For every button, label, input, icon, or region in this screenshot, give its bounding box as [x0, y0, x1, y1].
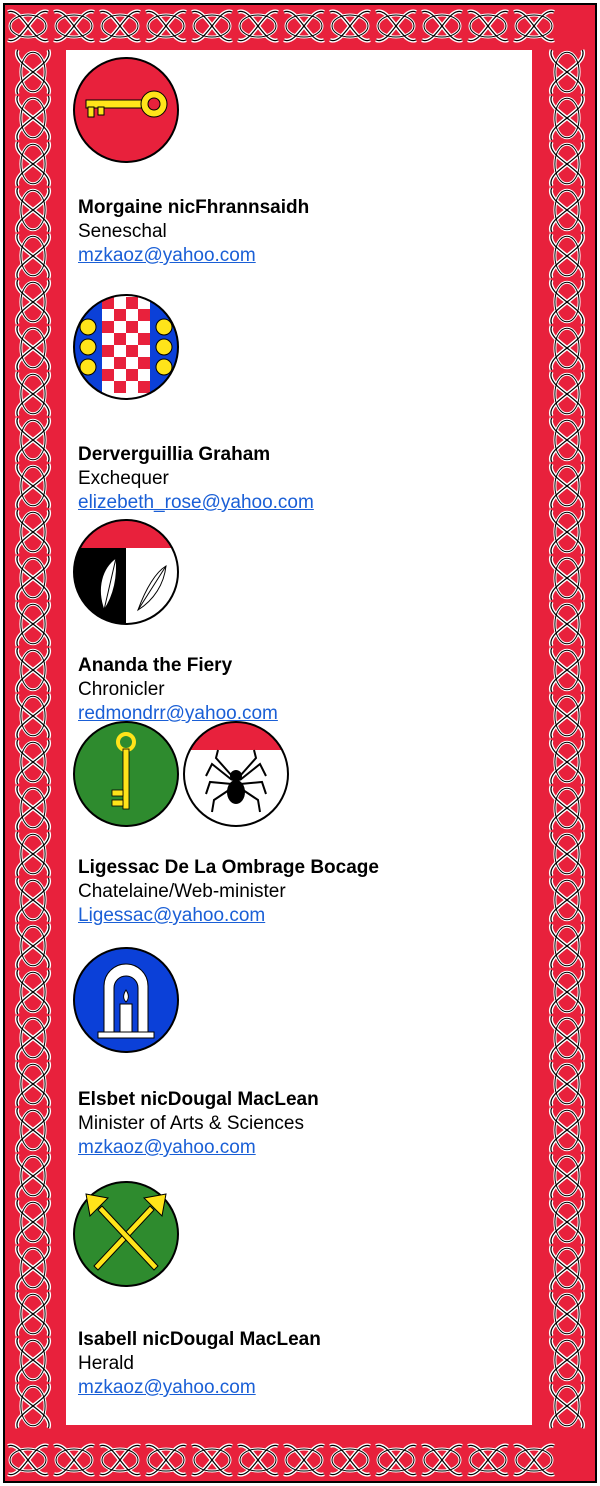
key-on-green-icon	[73, 721, 179, 827]
officer-list: Morgaine nicFhrannsaidh Seneschal mzkaoz…	[66, 50, 532, 1425]
officer-name: Ligessac De La Ombrage Bocage	[78, 857, 379, 878]
officer-entry: Ligessac De La Ombrage Bocage Chatelaine…	[66, 720, 532, 928]
officer-name: Elsbet nicDougal MacLean	[78, 1089, 319, 1110]
checky-with-bezants-icon	[73, 294, 179, 400]
officer-email-link[interactable]: Ligessac@yahoo.com	[78, 904, 265, 928]
officer-office: Chatelaine/Web-minister	[78, 881, 286, 902]
spider-on-white-icon	[183, 721, 289, 827]
officer-entry: Derverguillia Graham Exchequer elizebeth…	[66, 293, 532, 515]
officer-office: Minister of Arts & Sciences	[78, 1113, 304, 1134]
officer-entry: Elsbet nicDougal MacLean Minister of Art…	[66, 946, 532, 1160]
key-on-red-icon	[73, 57, 179, 163]
officer-office: Seneschal	[78, 221, 167, 242]
officer-email-link[interactable]: mzkaoz@yahoo.com	[78, 244, 256, 268]
quills-icon	[73, 519, 179, 625]
officer-name: Morgaine nicFhrannsaidh	[78, 197, 310, 218]
officer-entry: Morgaine nicFhrannsaidh Seneschal mzkaoz…	[66, 56, 532, 268]
officer-entry: Ananda the Fiery Chronicler redmondrr@ya…	[66, 518, 532, 726]
officer-email-link[interactable]: mzkaoz@yahoo.com	[78, 1136, 256, 1160]
officer-name: Derverguillia Graham	[78, 444, 271, 465]
crossed-trumpets-icon	[73, 1181, 179, 1287]
candle-arch-icon	[73, 947, 179, 1053]
officer-entry: Isabell nicDougal MacLean Herald mzkaoz@…	[66, 1180, 532, 1400]
officer-email-link[interactable]: elizebeth_rose@yahoo.com	[78, 491, 314, 515]
officer-office: Exchequer	[78, 468, 169, 489]
officer-name: Ananda the Fiery	[78, 655, 233, 676]
officer-email-link[interactable]: mzkaoz@yahoo.com	[78, 1376, 256, 1400]
officer-office: Herald	[78, 1353, 134, 1374]
officer-office: Chronicler	[78, 679, 165, 700]
officer-name: Isabell nicDougal MacLean	[78, 1329, 321, 1350]
